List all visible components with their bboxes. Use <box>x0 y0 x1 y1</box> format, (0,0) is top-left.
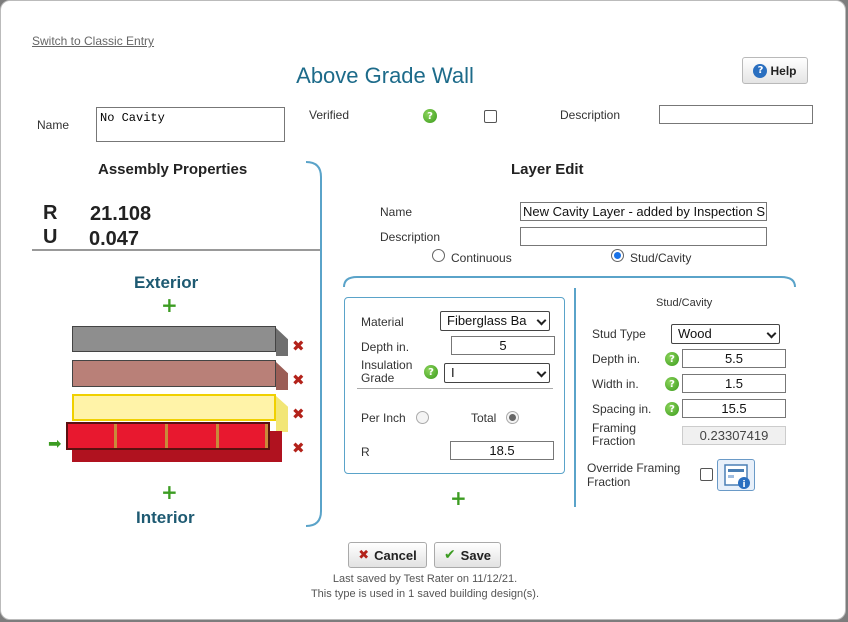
name-label: Name <box>37 118 70 132</box>
depth-label: Depth in. <box>361 340 410 354</box>
name-field[interactable]: No Cavity <box>96 107 285 142</box>
layer-2-face <box>72 360 276 387</box>
switch-classic-entry-link[interactable]: Switch to Classic Entry <box>32 34 154 48</box>
total-label: Total <box>471 411 497 425</box>
insulation-grade-help-icon[interactable]: ? <box>424 365 438 379</box>
chevron-down-icon <box>766 328 777 339</box>
override-framing-label: Override Framing Fraction <box>587 461 681 489</box>
insulation-grade-select[interactable]: I <box>444 363 550 383</box>
stud-type-value: Wood <box>678 326 712 341</box>
assembly-properties-heading: Assembly Properties <box>98 161 248 178</box>
stud-type-label: Stud Type <box>592 327 646 341</box>
usage-text: This type is used in 1 saved building de… <box>310 588 540 600</box>
stud-divider <box>574 288 576 507</box>
per-inch-radio[interactable] <box>416 411 429 424</box>
last-saved-text: Last saved by Test Rater on 11/12/21. <box>332 573 518 585</box>
delete-layer-1-icon[interactable]: ✖ <box>292 337 305 355</box>
stud-width-label: Width in. <box>592 377 639 391</box>
layer-4-selected[interactable] <box>66 422 282 462</box>
help-label: Help <box>770 63 797 78</box>
cancel-button[interactable]: ✖ Cancel <box>348 542 427 568</box>
depth-field[interactable]: 5 <box>451 336 555 355</box>
verified-label: Verified <box>309 108 350 122</box>
selected-layer-arrow-icon: ➡ <box>48 434 62 453</box>
insulation-grade-value: I <box>451 365 455 380</box>
description-label: Description <box>560 108 621 122</box>
stud-depth-label: Depth in. <box>592 352 641 366</box>
continuous-radio[interactable] <box>432 249 445 262</box>
layer-2-side <box>276 362 288 390</box>
chevron-down-icon <box>536 315 547 326</box>
stud-spacing-help-icon[interactable]: ? <box>665 402 679 416</box>
save-check-icon: ✔ <box>443 547 456 563</box>
stud-spacing-label: Spacing in. <box>592 402 652 416</box>
stud-cavity-heading: Stud/Cavity <box>656 297 713 309</box>
r-label: R <box>43 202 58 224</box>
cancel-x-icon: ✖ <box>358 547 370 563</box>
help-button[interactable]: ? Help <box>742 57 808 84</box>
chevron-down-icon <box>536 367 547 378</box>
layer-4-face <box>66 422 270 450</box>
material-panel: Material Fiberglass Ba Depth in. 5 Insul… <box>344 297 565 474</box>
layer-3-face <box>72 394 276 421</box>
stud-spacing-field[interactable]: 15.5 <box>682 399 786 418</box>
verified-help-icon[interactable]: ? <box>423 109 437 123</box>
layer-description-label: Description <box>380 230 441 244</box>
total-radio[interactable] <box>506 411 519 424</box>
layer-1-side <box>276 328 288 356</box>
add-interior-layer-icon[interactable]: + <box>161 482 178 502</box>
stud-depth-help-icon[interactable]: ? <box>665 352 679 366</box>
r-value-field[interactable]: 18.5 <box>450 441 554 460</box>
interior-label: Interior <box>136 508 195 527</box>
layer-name-label: Name <box>380 205 413 219</box>
layer-1[interactable] <box>72 326 288 356</box>
delete-layer-3-icon[interactable]: ✖ <box>292 405 305 423</box>
material-label: Material <box>361 315 404 329</box>
framing-fraction-label: Framing Fraction <box>592 421 637 448</box>
calculator-info-icon: i <box>724 464 750 490</box>
layer-name-field[interactable]: New Cavity Layer - added by Inspection S <box>520 202 767 221</box>
layer-1-face <box>72 326 276 352</box>
panel-divider <box>305 161 322 527</box>
delete-layer-2-icon[interactable]: ✖ <box>292 371 305 389</box>
above-grade-wall-dialog: Switch to Classic Entry Above Grade Wall… <box>0 0 846 620</box>
svg-text:i: i <box>742 480 745 490</box>
framing-fraction-field: 0.23307419 <box>682 426 786 445</box>
save-button[interactable]: ✔ Save <box>434 542 501 568</box>
u-value: 0.047 <box>89 228 140 250</box>
u-label: U <box>43 226 58 248</box>
per-inch-label: Per Inch <box>361 411 406 425</box>
override-framing-checkbox[interactable] <box>700 468 713 481</box>
add-material-icon[interactable]: + <box>450 488 467 508</box>
continuous-label: Continuous <box>451 251 512 265</box>
verified-checkbox[interactable] <box>484 110 497 123</box>
exterior-label: Exterior <box>134 273 199 292</box>
layer-2[interactable] <box>72 360 288 390</box>
material-divider <box>357 388 553 389</box>
stud-width-field[interactable]: 1.5 <box>682 374 786 393</box>
material-value: Fiberglass Ba <box>447 313 527 328</box>
layer-edit-heading: Layer Edit <box>511 161 584 178</box>
stud-width-help-icon[interactable]: ? <box>665 377 679 391</box>
page-title: Above Grade Wall <box>296 63 474 88</box>
insulation-grade-label: Insulation Grade <box>361 358 413 385</box>
framing-calculator-button[interactable]: i <box>717 459 755 491</box>
add-exterior-layer-icon[interactable]: + <box>161 295 178 315</box>
stud-type-select[interactable]: Wood <box>671 324 780 344</box>
help-icon: ? <box>753 63 768 78</box>
delete-layer-4-icon[interactable]: ✖ <box>292 439 305 457</box>
r-value: 21.108 <box>90 203 152 225</box>
description-field[interactable] <box>659 105 813 124</box>
layer-description-field[interactable] <box>520 227 767 246</box>
r-value-label: R <box>361 445 370 459</box>
cancel-label: Cancel <box>374 547 417 563</box>
material-select[interactable]: Fiberglass Ba <box>440 311 550 331</box>
stud-depth-field[interactable]: 5.5 <box>682 349 786 368</box>
stud-cavity-label: Stud/Cavity <box>630 251 692 265</box>
assembly-divider <box>32 249 322 251</box>
layer-section-divider <box>343 276 796 288</box>
stud-cavity-radio[interactable] <box>611 249 624 262</box>
save-label: Save <box>460 547 492 563</box>
